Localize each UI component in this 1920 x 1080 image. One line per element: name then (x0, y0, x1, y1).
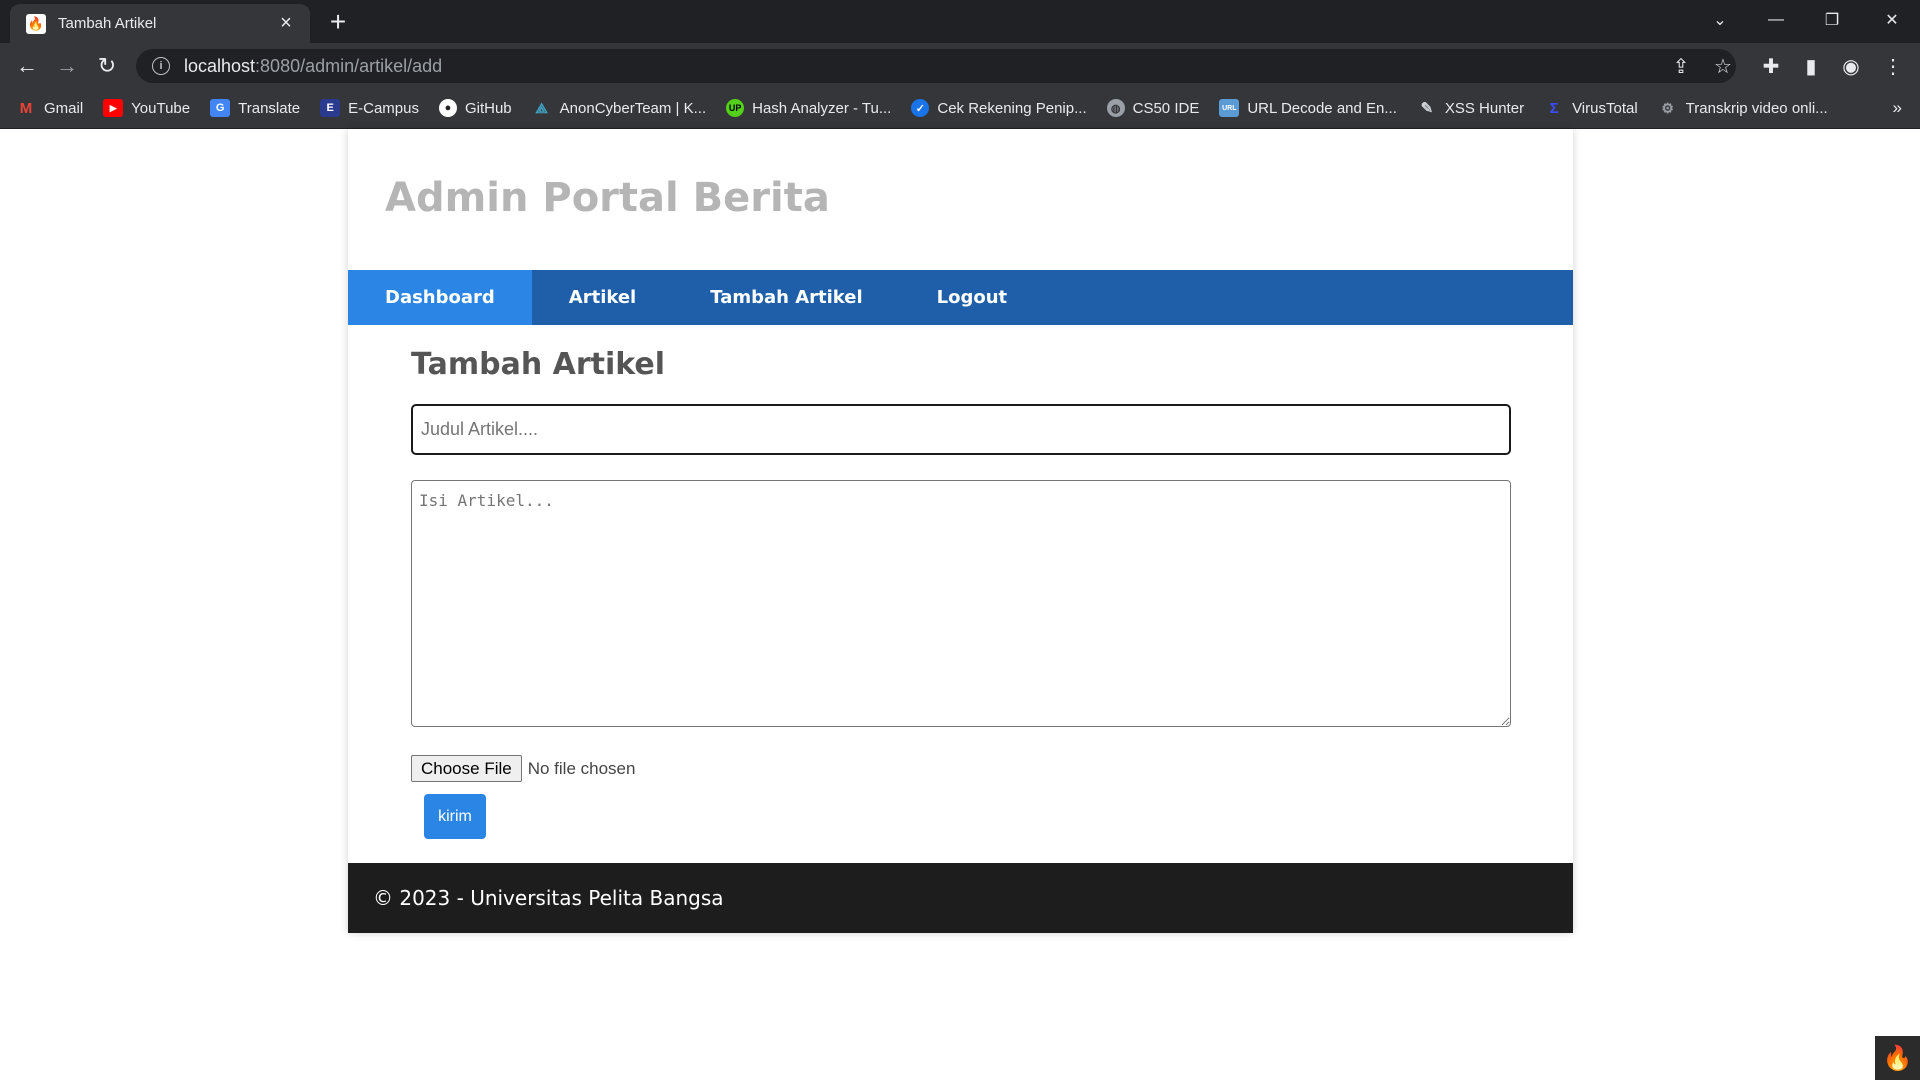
main-content: Tambah Artikel Choose File No file chose… (348, 325, 1573, 863)
back-arrow-icon[interactable]: ← (10, 49, 44, 83)
footer-text: © 2023 - Universitas Pelita Bangsa (373, 886, 724, 910)
nav-dashboard[interactable]: Dashboard (348, 270, 532, 325)
browser-toolbar: ← → ↻ i localhost:8080/admin/artikel/add… (0, 43, 1920, 88)
judul-artikel-input[interactable] (411, 404, 1511, 455)
virustotal-icon: Σ (1549, 99, 1559, 117)
page-viewport: Admin Portal Berita Dashboard Artikel Ta… (0, 129, 1920, 1080)
url-icon: URL (1219, 99, 1240, 117)
more-bookmarks-icon[interactable]: » (1893, 98, 1902, 118)
nav-tambah-artikel[interactable]: Tambah Artikel (673, 270, 899, 325)
bookmark-virustotal[interactable]: Σ VirusTotal (1544, 99, 1638, 117)
bookmark-transkrip[interactable]: ⚙ Transkrip video onli... (1658, 99, 1827, 117)
pen-icon: ✎ (1420, 100, 1434, 117)
side-panel-icon[interactable]: ▮ (1794, 49, 1828, 83)
window-close-button[interactable]: ✕ (1864, 0, 1920, 40)
anoncyberteam-icon: ⟁ (535, 99, 548, 116)
extensions-puzzle-icon[interactable]: ✚ (1754, 49, 1788, 83)
reload-icon[interactable]: ↻ (90, 49, 124, 83)
site-container: Admin Portal Berita Dashboard Artikel Ta… (348, 129, 1573, 933)
ecampus-icon: E (320, 99, 341, 117)
page-title: Tambah Artikel (411, 347, 666, 382)
file-status-text: No file chosen (527, 758, 636, 778)
minimize-button[interactable]: — (1748, 0, 1804, 40)
bookmark-translate[interactable]: G Translate (210, 99, 300, 117)
bookmarks-bar: M Gmail ▶ YouTube G Translate E E-Campus ● Gi… (0, 88, 1920, 129)
bookmark-gmail[interactable]: M Gmail (16, 99, 83, 117)
bookmark-ecampus[interactable]: E E-Campus (320, 99, 419, 117)
bookmark-cs50-ide[interactable]: ◍ CS50 IDE (1106, 99, 1199, 117)
bookmark-hash-analyzer[interactable]: UP Hash Analyzer - Tu... (726, 99, 891, 117)
debug-toolbar-flame-icon[interactable]: 🔥 (1875, 1036, 1920, 1080)
choose-file-button[interactable]: Choose File (411, 755, 522, 782)
bookmark-cek-rekening[interactable]: ✓ Cek Rekening Penip... (911, 99, 1087, 117)
tab-title: Tambah Artikel (58, 15, 157, 32)
profile-avatar-icon[interactable]: ◉ (1834, 49, 1868, 83)
bookmark-youtube[interactable]: ▶ YouTube (103, 99, 190, 117)
site-title: Admin Portal Berita (385, 175, 830, 221)
kirim-button[interactable]: kirim (424, 794, 486, 839)
main-nav: Dashboard Artikel Tambah Artikel Logout (348, 270, 1573, 325)
file-input: Choose File No file chosen (411, 755, 1510, 782)
site-footer: © 2023 - Universitas Pelita Bangsa (348, 863, 1573, 933)
nav-logout[interactable]: Logout (900, 270, 1045, 325)
browser-tab-bar: 🔥 Tambah Artikel × + ⌄ — ❐ ✕ (0, 0, 1920, 43)
address-bar[interactable]: i localhost:8080/admin/artikel/add (136, 49, 1736, 83)
url-host: localhost (184, 55, 256, 76)
menu-kebab-icon[interactable]: ⋮ (1876, 49, 1910, 83)
translate-icon: G (210, 99, 231, 117)
bookmark-url-decode[interactable]: URL URL Decode and En... (1219, 99, 1397, 117)
bookmark-xss-hunter[interactable]: ✎ XSS Hunter (1417, 99, 1525, 118)
share-icon[interactable]: ⇪ (1664, 49, 1698, 83)
flame-icon: 🔥 (26, 13, 46, 34)
github-icon: ● (438, 99, 457, 117)
gear-icon: ⚙ (1661, 99, 1674, 116)
new-tab-button[interactable]: + (322, 7, 354, 37)
hash-analyzer-icon: UP (726, 99, 745, 117)
forward-arrow-icon[interactable]: → (50, 49, 84, 83)
close-icon[interactable]: × (274, 12, 298, 35)
bookmark-anoncyberteam[interactable]: ⟁ AnonCyberTeam | K... (532, 99, 706, 117)
star-icon[interactable]: ☆ (1706, 49, 1740, 83)
url-path: :8080/admin/artikel/add (255, 55, 443, 76)
bookmark-github[interactable]: ● GitHub (438, 99, 512, 117)
check-badge-icon: ✓ (911, 99, 930, 117)
site-header: Admin Portal Berita (348, 129, 1573, 270)
youtube-icon: ▶ (103, 99, 124, 117)
tab-search-icon[interactable]: ⌄ (1692, 0, 1748, 40)
gmail-icon: M (19, 99, 33, 117)
restore-button[interactable]: ❐ (1804, 0, 1860, 40)
browser-tab[interactable]: 🔥 Tambah Artikel × (10, 4, 310, 43)
info-icon[interactable]: i (152, 57, 170, 75)
nav-artikel[interactable]: Artikel (532, 270, 673, 325)
globe-icon: ◍ (1106, 99, 1125, 117)
isi-artikel-textarea[interactable] (411, 480, 1511, 727)
